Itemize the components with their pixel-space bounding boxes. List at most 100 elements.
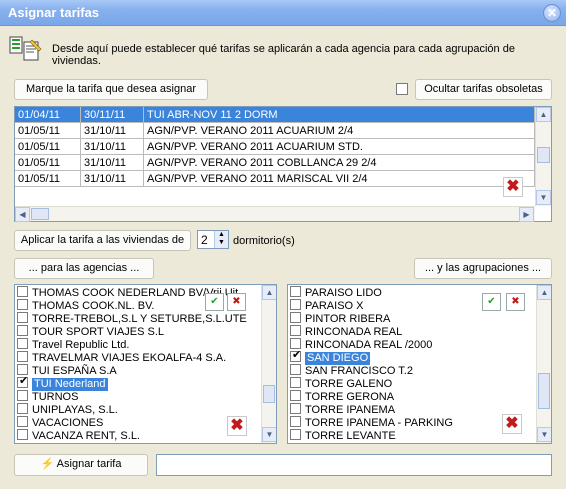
grouping-item[interactable]: PINTOR RIBERA xyxy=(290,312,390,325)
groupings-vscroll[interactable]: ▲ ▼ xyxy=(536,285,551,443)
agency-checkbox[interactable] xyxy=(17,325,28,336)
assign-tariff-label: Asignar tarifa xyxy=(56,458,122,470)
tariff-row[interactable]: 01/05/11 31/10/11 AGN/PVP. VERANO 2011 MAR… xyxy=(15,171,535,187)
grouping-checkbox[interactable] xyxy=(290,429,301,440)
tariff-row[interactable]: 01/05/11 31/10/11 AGN/PVP. VERANO 2011 ACU… xyxy=(15,123,535,139)
agency-item[interactable]: VACACIONES xyxy=(17,416,103,429)
check-all-icon[interactable]: ✔ xyxy=(205,293,224,311)
grouping-checkbox[interactable] xyxy=(290,364,301,375)
grouping-checkbox[interactable] xyxy=(290,325,301,336)
agencies-vscroll[interactable]: ▲ ▼ xyxy=(261,285,276,443)
agency-checkbox[interactable] xyxy=(17,429,28,440)
grouping-checkbox[interactable] xyxy=(290,299,301,310)
scroll-up-icon[interactable]: ▲ xyxy=(537,285,551,300)
agency-checkbox[interactable] xyxy=(17,403,28,414)
status-field xyxy=(156,454,552,476)
apply-label-button: Aplicar la tarifa a las viviendas de xyxy=(14,230,191,251)
agency-checkbox[interactable] xyxy=(17,299,28,310)
scroll-left-icon[interactable]: ◀ xyxy=(15,207,30,222)
select-tariff-button[interactable]: Marque la tarifa que desea asignar xyxy=(14,79,208,100)
hide-obsolete-checkbox[interactable] xyxy=(396,83,408,95)
agency-item[interactable]: Travel Republic Ltd. xyxy=(17,338,129,351)
scroll-up-icon[interactable]: ▲ xyxy=(536,107,551,122)
agency-item[interactable]: THOMAS COOK.NL. BV. xyxy=(17,299,154,312)
grouping-checkbox[interactable] xyxy=(290,390,301,401)
bedrooms-value: 2 xyxy=(201,233,208,247)
tariff-cell-to: 31/10/11 xyxy=(81,139,144,155)
tariff-cell-from: 01/05/11 xyxy=(15,139,81,155)
uncheck-all-icon[interactable]: ✖ xyxy=(506,293,525,311)
agencies-list[interactable]: THOMAS COOK NEDERLAND BV/Vrij Uit THOMAS … xyxy=(14,284,277,444)
agency-checkbox[interactable] xyxy=(17,286,28,297)
close-icon[interactable]: ✕ xyxy=(543,4,561,22)
tariff-grid-hscroll[interactable]: ◀ ▶ xyxy=(15,206,535,222)
scroll-up-icon[interactable]: ▲ xyxy=(262,285,276,300)
agency-item[interactable]: UNIPLAYAS, S.L. xyxy=(17,403,118,416)
agency-checkbox[interactable] xyxy=(17,312,28,323)
groupings-button[interactable]: ... y las agrupaciones ... xyxy=(414,258,552,279)
agency-checkbox[interactable] xyxy=(17,375,28,388)
grouping-item[interactable]: TORRE IPANEMA - PARKING xyxy=(290,416,453,429)
tariff-cell-name: AGN/PVP. VERANO 2011 COBLLANCA 29 2/4 xyxy=(144,155,535,171)
grouping-checkbox[interactable] xyxy=(290,312,301,323)
tariff-cell-to: 31/10/11 xyxy=(81,123,144,139)
agency-item[interactable]: TUI Nederland xyxy=(17,375,108,391)
hide-obsolete-button[interactable]: Ocultar tarifas obsoletas xyxy=(415,79,552,100)
grouping-item[interactable]: TORRE GERONA xyxy=(290,390,394,403)
assign-tariff-button[interactable]: ⚡ Asignar tarifa xyxy=(14,454,148,476)
tariff-cell-from: 01/04/11 xyxy=(15,107,81,123)
grouping-checkbox[interactable] xyxy=(290,403,301,414)
groupings-list[interactable]: PARAISO LIDO PARAISO X PINTOR RIBERA RINCON… xyxy=(287,284,552,444)
agency-item[interactable]: TORRE-TREBOL,S.L Y SETURBE,S.L.UTE xyxy=(17,312,247,325)
agency-checkbox[interactable] xyxy=(17,351,28,362)
tariff-cell-to: 31/10/11 xyxy=(81,171,144,187)
grouping-checkbox[interactable] xyxy=(290,416,301,427)
scroll-thumb[interactable] xyxy=(31,208,49,220)
delete-agency-icon[interactable]: ✖ xyxy=(227,416,247,436)
grouping-item[interactable]: RINCONADA REAL /2000 xyxy=(290,338,432,351)
agency-checkbox[interactable] xyxy=(17,390,28,401)
tariff-row[interactable]: 01/05/11 31/10/11 AGN/PVP. VERANO 2011 COB… xyxy=(15,155,535,171)
grouping-checkbox[interactable] xyxy=(290,377,301,388)
agencies-button[interactable]: ... para las agencias ... xyxy=(14,258,154,279)
scroll-right-icon[interactable]: ▶ xyxy=(519,207,534,222)
grouping-item[interactable]: TORRE GALENO xyxy=(290,377,392,390)
check-all-icon[interactable]: ✔ xyxy=(482,293,501,311)
grouping-item[interactable]: PARAISO LIDO xyxy=(290,286,382,299)
grouping-item[interactable]: TORRE LEVANTE xyxy=(290,429,396,442)
agency-item[interactable]: TUI ESPAÑA S.A xyxy=(17,364,117,377)
uncheck-all-icon[interactable]: ✖ xyxy=(227,293,246,311)
title-bar[interactable]: Asignar tarifas ✕ xyxy=(0,0,566,26)
spinner-arrows-icon[interactable]: ▲ ▼ xyxy=(214,231,228,248)
grouping-checkbox[interactable] xyxy=(290,349,301,362)
grouping-item[interactable]: PARAISO X xyxy=(290,299,363,312)
scroll-down-icon[interactable]: ▼ xyxy=(536,190,551,205)
agency-checkbox[interactable] xyxy=(17,364,28,375)
grouping-label: TORRE LEVANTE xyxy=(305,430,396,442)
agency-checkbox[interactable] xyxy=(17,416,28,427)
tariff-cell-from: 01/05/11 xyxy=(15,155,81,171)
agency-item[interactable]: TOUR SPORT VIAJES S.L xyxy=(17,325,164,338)
grouping-item[interactable]: RINCONADA REAL xyxy=(290,325,402,338)
agency-item[interactable]: TRAVELMAR VIAJES EKOALFA-4 S.A. xyxy=(17,351,226,364)
bedrooms-spinner[interactable]: 2 ▲ ▼ xyxy=(197,230,229,249)
scroll-down-icon[interactable]: ▼ xyxy=(262,427,276,442)
scroll-thumb[interactable] xyxy=(538,373,550,409)
delete-tariff-icon[interactable]: ✖ xyxy=(503,177,523,197)
tariff-row[interactable]: 01/05/11 31/10/11 AGN/PVP. VERANO 2011 ACU… xyxy=(15,139,535,155)
grouping-item[interactable]: SAN FRANCISCO T.2 xyxy=(290,364,413,377)
scroll-down-icon[interactable]: ▼ xyxy=(537,427,551,442)
grouping-item[interactable]: TORRE IPANEMA xyxy=(290,403,395,416)
grouping-checkbox[interactable] xyxy=(290,338,301,349)
agency-item[interactable]: VACANZA RENT, S.L. xyxy=(17,429,140,442)
delete-grouping-icon[interactable]: ✖ xyxy=(502,414,522,434)
tariff-grid-vscroll[interactable]: ▲ ▼ xyxy=(535,107,551,206)
scroll-thumb[interactable] xyxy=(263,385,275,403)
agency-checkbox[interactable] xyxy=(17,338,28,349)
scroll-thumb[interactable] xyxy=(537,147,550,163)
grouping-item[interactable]: SAN DIEGO xyxy=(290,349,371,365)
tariff-row[interactable]: 01/04/11 30/11/11 TUI ABR-NOV 11 2 DORM xyxy=(15,107,535,123)
grouping-checkbox[interactable] xyxy=(290,286,301,297)
agency-item[interactable]: TURNOS xyxy=(17,390,78,403)
tariff-grid[interactable]: 01/04/11 30/11/11 TUI ABR-NOV 11 2 DORM 01/… xyxy=(14,106,552,222)
